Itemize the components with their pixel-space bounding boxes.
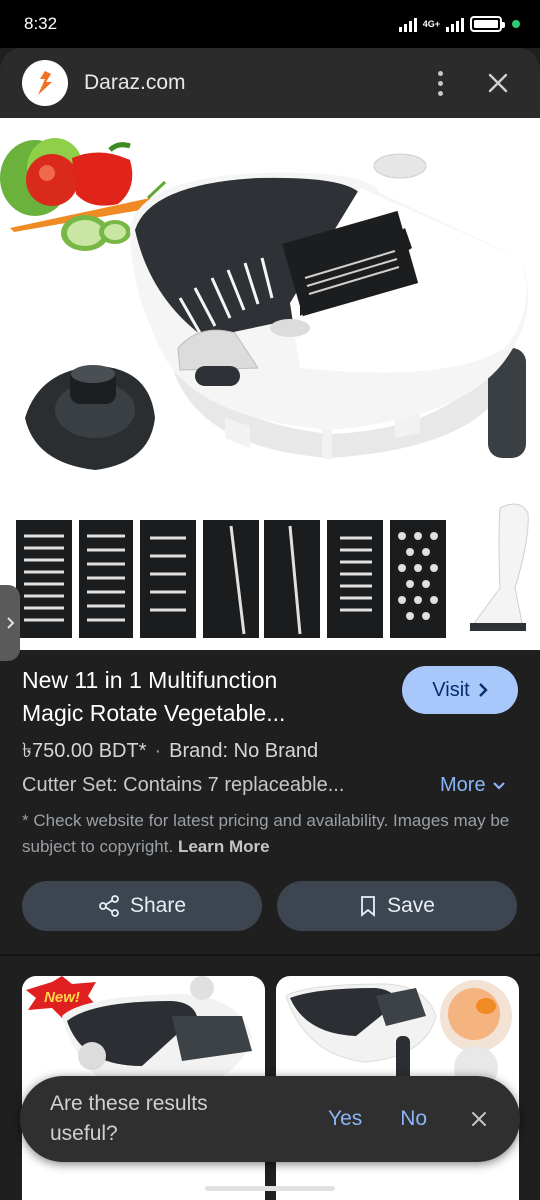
- share-button[interactable]: Share: [22, 881, 262, 931]
- disclaimer: * Check website for latest pricing and a…: [22, 808, 518, 860]
- save-label: Save: [387, 894, 435, 917]
- bookmark-icon: [361, 896, 375, 917]
- feedback-question: Are these results useful?: [50, 1092, 208, 1145]
- product-description: Cutter Set: Contains 7 replaceable...: [22, 774, 345, 796]
- more-button[interactable]: More: [440, 774, 506, 797]
- new-badge: New!: [44, 989, 80, 1006]
- brand: Brand: No Brand: [169, 740, 319, 762]
- more-label: More: [440, 774, 486, 796]
- feedback-yes-button[interactable]: Yes: [328, 1107, 362, 1131]
- blade-set-illustration: [16, 503, 529, 638]
- status-time: 8:32: [24, 14, 58, 33]
- battery-icon: [470, 16, 505, 32]
- product-title-line-2: Magic Rotate Vegetable...: [22, 700, 286, 726]
- product-image[interactable]: [0, 118, 540, 650]
- learn-more-link[interactable]: Learn More: [178, 837, 270, 856]
- close-icon[interactable]: [478, 63, 518, 103]
- bowl-illustration: [130, 153, 528, 460]
- lid-illustration: [25, 365, 155, 470]
- signal-icon: [398, 16, 417, 32]
- status-icons: 4G+: [398, 16, 520, 32]
- site-name[interactable]: Daraz.com: [84, 71, 186, 95]
- home-indicator[interactable]: [205, 1186, 335, 1191]
- divider: [0, 954, 540, 956]
- daraz-logo-icon: [22, 60, 68, 106]
- signal-icon-2: [446, 16, 464, 32]
- separator: ·: [154, 740, 162, 762]
- network-type: 4G+: [422, 18, 440, 29]
- price: ৳750.00 BDT*: [22, 740, 147, 762]
- feedback-close-icon[interactable]: [467, 1107, 491, 1131]
- share-icon: [99, 895, 119, 917]
- more-options-icon[interactable]: [426, 63, 454, 103]
- feedback-toast: Are these results useful? Yes No: [20, 1076, 520, 1162]
- visit-label: Visit: [432, 678, 470, 701]
- status-bar: 8:32 4G+: [0, 0, 540, 48]
- product-title-line-1: New 11 in 1 Multifunction: [22, 667, 278, 693]
- chevron-right-icon: [478, 683, 488, 697]
- share-label: Share: [129, 894, 187, 917]
- chevron-down-icon: [492, 781, 505, 790]
- feedback-no-button[interactable]: No: [400, 1107, 427, 1131]
- product-title: New 11 in 1 Multifunction Magic Rotate V…: [22, 664, 382, 730]
- privacy-dot-icon: [512, 20, 520, 28]
- previous-image-handle[interactable]: [0, 585, 20, 661]
- price-row: ৳750.00 BDT* · Brand: No Brand: [22, 736, 318, 769]
- save-button[interactable]: Save: [277, 881, 517, 931]
- browser-top-bar: Daraz.com: [0, 48, 540, 118]
- visit-button[interactable]: Visit: [402, 666, 518, 714]
